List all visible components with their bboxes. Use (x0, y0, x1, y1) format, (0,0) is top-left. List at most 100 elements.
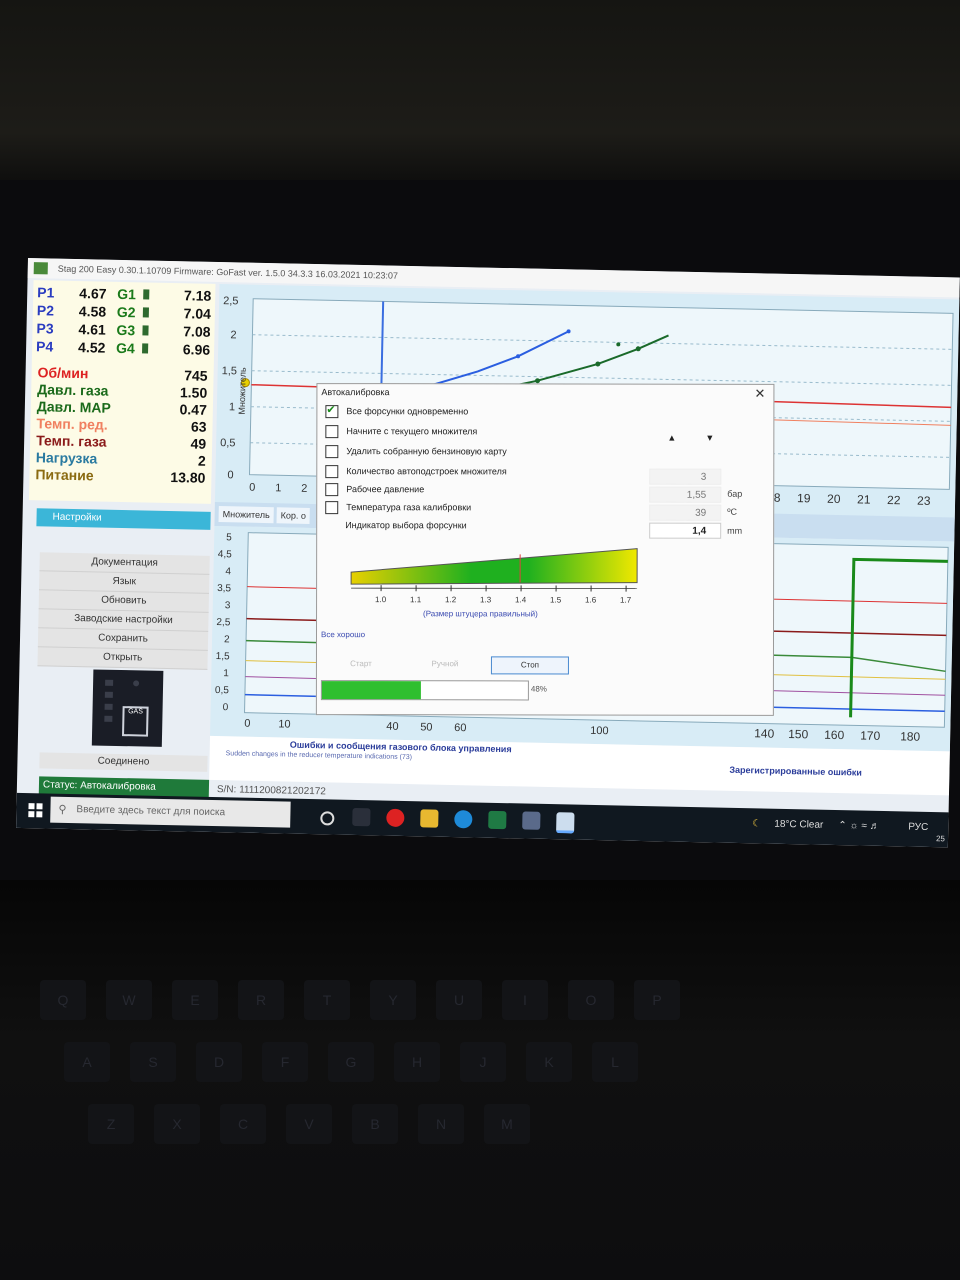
language-indicator[interactable]: РУС (908, 822, 928, 833)
gas-value: 6.96 (182, 341, 211, 358)
keyboard-key[interactable]: O (568, 980, 614, 1020)
checkbox[interactable] (325, 465, 339, 479)
keyboard-key[interactable]: F (262, 1042, 308, 1082)
keyboard-key[interactable]: P (634, 980, 680, 1020)
stop-button[interactable]: Стоп (490, 656, 569, 675)
option-label: Температура газа калибровки (346, 502, 472, 513)
tray-icons[interactable]: ⌃ ☼ ≈ ♬ (838, 820, 880, 832)
keyboard-key[interactable]: E (172, 980, 218, 1020)
keyboard-key[interactable]: R (238, 980, 284, 1020)
close-icon[interactable]: ✕ (755, 386, 766, 402)
keyboard-key[interactable]: Q (40, 980, 86, 1020)
param-value: 1.50 (179, 384, 208, 401)
injector-row-4: P4 4.52 G4 6.96 (34, 338, 212, 360)
keyboard-key[interactable]: T (304, 980, 350, 1020)
param-value: 745 (184, 367, 208, 384)
y-tick: 0,5 (215, 685, 230, 696)
x-tick: 160 (824, 728, 845, 742)
keyboard-key[interactable]: B (352, 1104, 398, 1144)
taskbar-search-input[interactable]: ⚲ Введите здесь текст для поиска (50, 796, 291, 828)
y-tick: 1,5 (216, 651, 231, 662)
injector-icon (142, 343, 149, 354)
keyboard-key[interactable]: Z (88, 1104, 134, 1144)
keyboard-key[interactable]: U (436, 980, 482, 1020)
keyboard-key[interactable]: K (526, 1042, 572, 1082)
keyboard-key[interactable]: V (286, 1104, 332, 1144)
y-tick: 4 (225, 566, 231, 577)
option-delete-petrol-map[interactable]: Удалить собранную бензиновую карту (325, 444, 507, 460)
file-explorer-icon[interactable] (420, 809, 439, 828)
keyboard-key[interactable]: X (154, 1104, 200, 1144)
tab-multiplier[interactable]: Множитель (218, 506, 274, 524)
y-tick: 5 (226, 532, 232, 543)
option-calibration-gas-temp[interactable]: Температура газа калибровки (325, 500, 471, 516)
checkbox[interactable] (325, 445, 339, 459)
checkbox[interactable] (325, 501, 339, 515)
option-all-injectors[interactable]: Все форсунки одновременно (325, 404, 468, 420)
moon-icon: ☾ (752, 818, 762, 830)
weather-text[interactable]: 18°C Clear (774, 819, 823, 831)
settings-menu-header[interactable]: Настройки (36, 508, 211, 530)
room-background (0, 0, 960, 190)
keyboard-key[interactable]: S (130, 1042, 176, 1082)
ok-message: Все хорошо (320, 630, 366, 640)
field-value: 3 (700, 471, 707, 483)
progress-fill (321, 681, 421, 700)
connection-status[interactable]: Соединено (39, 752, 208, 772)
param-label: Питание (35, 466, 94, 484)
search-icon: ⚲ (58, 803, 67, 816)
y-tick: 2,5 (216, 617, 231, 628)
petrol-value: 4.58 (78, 303, 107, 320)
excel-icon[interactable] (488, 810, 507, 830)
keyboard-key[interactable]: Y (370, 980, 416, 1020)
x-tick: 0 (249, 482, 255, 494)
keyboard-key[interactable]: H (394, 1042, 440, 1082)
keyboard-key[interactable]: G (328, 1042, 374, 1082)
nozzle-size-field[interactable]: 1,4 (649, 522, 722, 539)
gas-label: G4 (115, 339, 135, 357)
settings-app-icon[interactable] (522, 811, 541, 830)
clock[interactable]: 25 (936, 834, 945, 843)
keyboard-key[interactable]: W (106, 980, 152, 1020)
start-button[interactable]: Старт (323, 656, 399, 672)
task-view-icon[interactable] (320, 811, 335, 826)
checkbox-checked[interactable] (325, 405, 339, 419)
checkbox[interactable] (325, 425, 339, 439)
keyboard-key[interactable]: A (64, 1042, 110, 1082)
down-arrow-icon[interactable]: ▼ (705, 433, 714, 443)
keyboard-key[interactable]: J (460, 1042, 506, 1082)
option-start-current-multiplier[interactable]: Начните с текущего множителя (325, 424, 477, 440)
opera-icon[interactable] (386, 808, 405, 828)
pressure-field[interactable]: 1,55 (649, 486, 722, 503)
keyboard-key[interactable]: M (484, 1104, 530, 1144)
checkbox[interactable] (325, 483, 339, 497)
keyboard-key[interactable]: D (196, 1042, 242, 1082)
menu-item-open[interactable]: Открыть (37, 647, 208, 670)
settings-label: Настройки (52, 511, 102, 524)
multitask-icon[interactable] (352, 807, 371, 827)
gas-badge-icon: GAS (122, 706, 149, 737)
autotune-count-field[interactable]: 3 (649, 468, 722, 485)
option-working-pressure[interactable]: Рабочее давление (325, 482, 424, 498)
x-tick: 180 (900, 729, 921, 743)
keyboard-key[interactable]: L (592, 1042, 638, 1082)
gas-temp-field[interactable]: 39 (649, 504, 722, 521)
option-autotune-count[interactable]: Количество автоподстроек множителя (325, 464, 507, 480)
windows-start-icon[interactable] (28, 803, 43, 818)
error-list-item[interactable]: Sudden changes in the reducer temperatur… (226, 750, 413, 761)
keyboard-key[interactable]: I (502, 980, 548, 1020)
laptop-keyboard: QWERTYUIOP ASDFGHJKL ZXCVBNM (0, 880, 960, 1280)
gas-badge-text: GAS (128, 708, 143, 716)
keyboard-key[interactable]: N (418, 1104, 464, 1144)
tab-correction[interactable]: Кор. о (276, 507, 311, 524)
up-arrow-icon[interactable]: ▲ (667, 433, 676, 443)
manual-button[interactable]: Ручной (407, 656, 483, 672)
keyboard-key[interactable]: C (220, 1104, 266, 1144)
edge-icon[interactable] (454, 810, 473, 829)
scale-tick: 1.3 (480, 595, 492, 604)
gas-value: 7.08 (183, 323, 211, 340)
stag-taskbar-icon[interactable] (556, 812, 575, 834)
petrol-label: P1 (37, 284, 55, 301)
petrol-label: P3 (36, 320, 54, 337)
scale-tick: 1.6 (585, 596, 597, 605)
